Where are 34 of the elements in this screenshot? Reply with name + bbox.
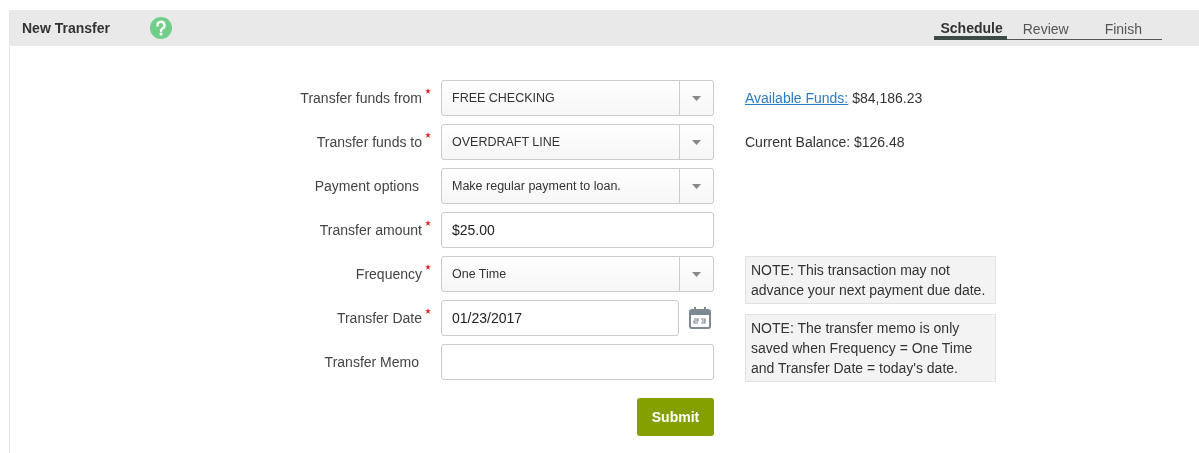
info-value: $84,186.23	[852, 90, 923, 106]
page-title: New Transfer	[22, 20, 111, 36]
required-icon	[425, 132, 431, 138]
field-label: Transfer amount	[319, 222, 422, 238]
caret-icon	[692, 271, 701, 277]
tab[interactable]: Schedule	[934, 20, 1007, 40]
caret-icon	[692, 183, 701, 189]
required-icon	[425, 88, 431, 94]
required-icon	[425, 308, 431, 314]
dropdown[interactable]: Make regular payment to loan.	[441, 168, 714, 204]
info-text: Current Balance: $126.48	[745, 134, 905, 150]
help-icon[interactable]	[150, 17, 172, 39]
required-icon	[425, 264, 431, 270]
field-label: Transfer funds to	[316, 134, 422, 150]
note-text: NOTE: The transfer memo is only saved when Frequency = One Time and Transfer Date = today's date.	[745, 314, 996, 382]
note-text: NOTE: This transaction may not advance your next payment due date.	[745, 256, 996, 304]
dropdown[interactable]: One Time	[441, 256, 714, 292]
caret-icon	[692, 95, 701, 101]
tab[interactable]: Finish	[1094, 21, 1162, 40]
date-field[interactable]: 01/23/2017	[441, 300, 679, 336]
calendar-icon[interactable]	[688, 306, 712, 330]
field-label: Payment options	[314, 178, 419, 194]
input-field[interactable]: $25.00	[441, 212, 714, 248]
dropdown[interactable]: OVERDRAFT LINE	[441, 124, 714, 160]
input-field[interactable]	[441, 344, 714, 380]
available-funds-link[interactable]: Available Funds:	[745, 90, 849, 106]
dropdown[interactable]: FREE CHECKING	[441, 80, 714, 116]
field-label: Transfer Date	[336, 310, 422, 326]
field-label: Transfer Memo	[324, 354, 419, 370]
caret-icon	[692, 139, 701, 145]
field-label: Frequency	[355, 266, 422, 282]
field-label: Transfer funds from	[300, 90, 422, 106]
required-icon	[425, 220, 431, 226]
tab[interactable]: Review	[1006, 21, 1095, 40]
